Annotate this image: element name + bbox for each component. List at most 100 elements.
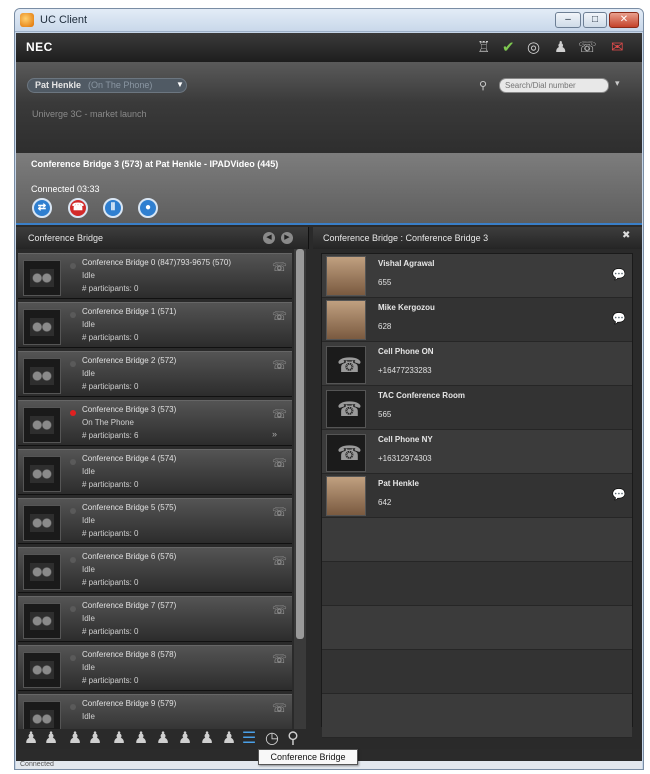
- hold-button[interactable]: Ⅱ: [103, 198, 123, 218]
- maximize-button[interactable]: □: [583, 12, 607, 28]
- bridge-status: Idle: [82, 712, 95, 721]
- contact-group-icon[interactable]: ♟: [154, 729, 172, 749]
- main-panels: Conference Bridge ◀ ▶ Conference Bridge …: [16, 227, 642, 749]
- search-input[interactable]: [499, 78, 609, 93]
- participant-name: Cell Phone ON: [378, 347, 434, 356]
- bridge-row[interactable]: Conference Bridge 0 (847)793-9675 (570) I…: [18, 253, 292, 299]
- phone-icon[interactable]: ☏: [272, 505, 287, 519]
- presence-dot-icon: [70, 557, 76, 563]
- presence-dot-icon: [70, 459, 76, 465]
- history-icon[interactable]: ◷: [263, 729, 281, 749]
- participant-row[interactable]: Vishal Agrawal 655 💬: [322, 254, 632, 298]
- chat-bubble-icon[interactable]: 💬: [612, 488, 626, 501]
- contact-group-icon[interactable]: ♟: [198, 729, 216, 749]
- expand-icon[interactable]: »: [272, 429, 277, 439]
- bridge-row[interactable]: Conference Bridge 4 (574) Idle # participa…: [18, 449, 292, 495]
- bridge-participants: # participants: 0: [82, 382, 139, 391]
- messages-icon[interactable]: ✉: [611, 38, 624, 57]
- phone-icon[interactable]: ☏: [272, 309, 287, 323]
- bridge-thumbnail: [23, 407, 61, 443]
- empty-row: [322, 518, 632, 562]
- bridge-row[interactable]: Conference Bridge 2 (572) Idle # participa…: [18, 351, 292, 397]
- right-panel-header: Conference Bridge : Conference Bridge 3 …: [313, 227, 642, 249]
- bridge-status: Idle: [82, 565, 95, 574]
- bridge-row[interactable]: Conference Bridge 9 (579) Idle ☏: [18, 694, 292, 729]
- participant-number: 655: [378, 278, 392, 287]
- status-message[interactable]: Univerge 3C - market launch: [32, 109, 147, 119]
- minimize-button[interactable]: –: [555, 12, 581, 28]
- voicemail-icon[interactable]: ◎: [527, 38, 540, 57]
- conference-bridge-icon[interactable]: ☰: [240, 729, 258, 749]
- hangup-button[interactable]: ☎: [68, 198, 88, 218]
- search-icon[interactable]: ⚲: [479, 79, 487, 92]
- bridge-row[interactable]: Conference Bridge 8 (578) Idle # participa…: [18, 645, 292, 691]
- prev-arrow-icon[interactable]: ◀: [263, 232, 275, 244]
- user-status-selector[interactable]: Pat Henkle (On The Phone) ▼: [27, 78, 187, 93]
- participant-number: +16312974303: [378, 454, 432, 463]
- bridge-row[interactable]: Conference Bridge 5 (575) Idle # participa…: [18, 498, 292, 544]
- phone-icon[interactable]: ☏: [272, 701, 287, 715]
- phone-icon[interactable]: ☏: [272, 554, 287, 568]
- participant-row[interactable]: TAC Conference Room 565: [322, 386, 632, 430]
- presence-dot-icon: [70, 508, 76, 514]
- contact-group-icon[interactable]: ♟: [220, 729, 238, 749]
- contact-group-icon[interactable]: ♟: [110, 729, 128, 749]
- phone-icon[interactable]: ☏: [272, 358, 287, 372]
- bridge-row[interactable]: Conference Bridge 1 (571) Idle # participa…: [18, 302, 292, 348]
- transfer-call-button[interactable]: ⇄: [32, 198, 52, 218]
- presence-dot-icon: [70, 606, 76, 612]
- bridge-row[interactable]: Conference Bridge 6 (576) Idle # participa…: [18, 547, 292, 593]
- phone-icon[interactable]: ☏: [272, 260, 287, 274]
- chat-bubble-icon[interactable]: 💬: [612, 268, 626, 281]
- presence-check-icon[interactable]: ✔: [502, 38, 515, 57]
- bridge-thumbnail: [23, 309, 61, 345]
- participant-name: Cell Phone NY: [378, 435, 433, 444]
- phone-icon[interactable]: ☏: [272, 407, 287, 421]
- title-bar[interactable]: UC Client – □ ✕: [15, 9, 643, 32]
- user-header: Pat Henkle (On The Phone) ▼ Univerge 3C …: [16, 62, 642, 153]
- phone-icon[interactable]: ☏: [272, 603, 287, 617]
- participant-row[interactable]: Mike Kergozou 628 💬: [322, 298, 632, 342]
- phone-settings-icon[interactable]: ☏: [578, 38, 597, 57]
- participant-row[interactable]: Cell Phone ON +16477233283: [322, 342, 632, 386]
- bridge-row[interactable]: Conference Bridge 3 (573) On The Phone # p…: [18, 400, 292, 446]
- next-arrow-icon[interactable]: ▶: [281, 232, 293, 244]
- contact-group-icon[interactable]: ♟: [66, 729, 84, 749]
- empty-row: [322, 606, 632, 650]
- call-state: Connected 03:33: [31, 184, 100, 194]
- search-icon[interactable]: ⚲: [284, 729, 302, 749]
- close-panel-icon[interactable]: ✖: [622, 230, 630, 241]
- bridge-name: Conference Bridge 0 (847)793-9675 (570): [82, 258, 231, 267]
- participant-row[interactable]: Pat Henkle 642 💬: [322, 474, 632, 518]
- contact-group-icon[interactable]: ♟: [42, 729, 60, 749]
- chat-bubble-icon[interactable]: 💬: [612, 312, 626, 325]
- video-button[interactable]: ●: [138, 198, 158, 218]
- search-bar: ⚲ ▾: [479, 78, 629, 94]
- contact-group-icon[interactable]: ♟: [22, 729, 40, 749]
- app-window: UC Client – □ ✕ NEC ♖ ✔ ◎ ♟ ☏ ✉ Pat Henk…: [14, 8, 644, 770]
- contact-group-icon[interactable]: ♟: [132, 729, 150, 749]
- contact-group-icon[interactable]: ♟: [176, 729, 194, 749]
- participant-row[interactable]: Cell Phone NY +16312974303: [322, 430, 632, 474]
- bridge-row[interactable]: Conference Bridge 7 (577) Idle # participa…: [18, 596, 292, 642]
- bridge-list-scrollbar[interactable]: [294, 249, 306, 729]
- app-icon: [20, 13, 34, 27]
- participant-list: Vishal Agrawal 655 💬 Mike Kergozou 628 💬 Cell …: [321, 253, 633, 738]
- empty-row: [322, 562, 632, 606]
- phone-icon[interactable]: ☏: [272, 652, 287, 666]
- bridge-participants: # participants: 0: [82, 627, 139, 636]
- contact-group-icon[interactable]: ♟: [86, 729, 104, 749]
- participant-number: 628: [378, 322, 392, 331]
- contact-icon[interactable]: ♟: [554, 38, 567, 57]
- close-button[interactable]: ✕: [609, 12, 639, 28]
- bridge-status: Idle: [82, 320, 95, 329]
- search-options-icon[interactable]: ▾: [615, 78, 620, 89]
- participant-name: Mike Kergozou: [378, 303, 435, 312]
- network-icon[interactable]: ♖: [477, 38, 490, 57]
- connection-status: Connected: [20, 761, 54, 768]
- chevron-down-icon[interactable]: ▼: [176, 80, 184, 89]
- bridge-list: Conference Bridge 0 (847)793-9675 (570) I…: [18, 253, 292, 729]
- phone-icon[interactable]: ☏: [272, 456, 287, 470]
- scrollbar-thumb[interactable]: [296, 249, 304, 639]
- avatar: [326, 476, 366, 516]
